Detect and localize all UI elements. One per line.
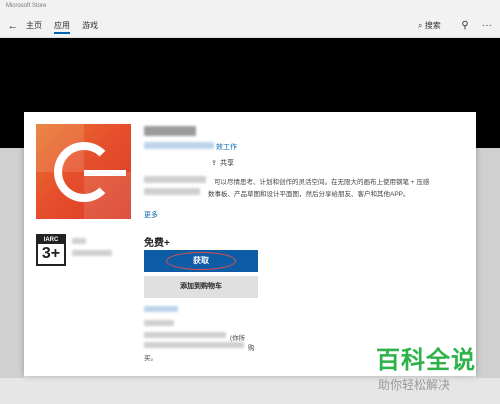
blurred-text — [72, 238, 86, 244]
window-title: Microsoft Store — [6, 3, 47, 9]
rating-org: IARC — [38, 236, 64, 244]
search-label: 搜索 — [424, 21, 441, 30]
category-link[interactable]: 效工作 — [216, 142, 237, 152]
window-title-bar: Microsoft Store — [0, 0, 500, 14]
footer-text: 购 — [248, 345, 255, 352]
app-icon — [36, 124, 131, 219]
tab-home[interactable]: 主页 — [26, 20, 42, 34]
watermark-title: 百科全说 — [376, 346, 476, 374]
blurred-text — [144, 188, 200, 195]
watermark-subtitle: 助你轻松解决 — [378, 378, 451, 392]
highlight-circle — [166, 252, 236, 270]
nav-bar: ← 主页 应用 游戏 ⌕ 搜索 ⚲ ··· — [0, 14, 500, 38]
share-icon: ⇪ — [211, 160, 217, 167]
more-link[interactable]: 更多 — [144, 210, 158, 220]
blurred-text — [144, 320, 174, 326]
back-arrow-icon[interactable]: ← — [6, 18, 20, 34]
age-rating-badge: IARC 3+ — [36, 234, 66, 266]
person-icon[interactable]: ⚲ — [458, 19, 472, 33]
share-label: 共享 — [219, 160, 234, 167]
more-icon[interactable]: ··· — [480, 19, 494, 33]
footer-text: 买。 — [144, 355, 157, 362]
price-label: 免费+ — [144, 238, 170, 249]
blurred-text — [72, 250, 112, 256]
app-title-redacted — [144, 126, 196, 136]
rating-age: 3+ — [41, 245, 61, 262]
get-button[interactable]: 获取 — [144, 250, 258, 272]
tab-games[interactable]: 游戏 — [82, 20, 98, 34]
cart-button-label: 添加到购物车 — [180, 283, 222, 290]
blurred-text — [144, 342, 244, 348]
add-to-cart-button[interactable]: 添加到购物车 — [144, 276, 258, 298]
blurred-link — [144, 306, 178, 312]
watermark-logo: 百科全说 助你轻松解决 — [370, 340, 500, 404]
footer-text: (你所 — [230, 335, 246, 342]
tab-apps[interactable]: 应用 — [54, 20, 70, 34]
blurred-text — [144, 332, 226, 338]
icon-glyph-bar — [84, 170, 126, 176]
blurred-text — [144, 176, 206, 183]
description-line: 数事板、产品草图和设计平面图，然后分享给朋友、客户和其他APP。 — [208, 191, 410, 198]
app-detail-card: IARC 3+ 效工作 ⇪ 共享 可以尽情思考、计划和创作的灵活空间。在无限大的… — [24, 112, 476, 376]
page-background-left — [0, 148, 24, 378]
share-button[interactable]: ⇪ 共享 — [210, 158, 234, 168]
description-line: 可以尽情思考、计划和创作的灵活空间。在无限大的画布上使用钢笔 + 压感 — [214, 179, 430, 186]
publisher-redacted — [144, 142, 214, 149]
search-button[interactable]: ⌕ 搜索 — [418, 19, 441, 33]
search-icon: ⌕ — [418, 21, 423, 30]
